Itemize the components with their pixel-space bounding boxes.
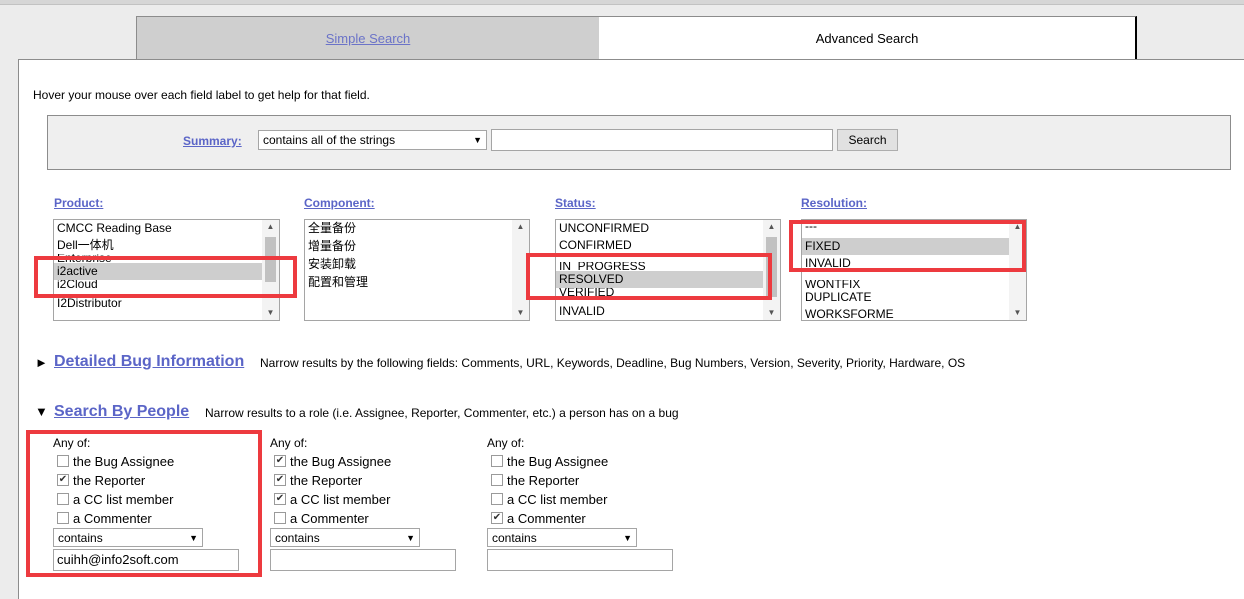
resolution-option[interactable]: WORKSFORME (802, 306, 1026, 320)
scroll-down-icon[interactable]: ▼ (512, 306, 529, 320)
component-label[interactable]: Component: (304, 196, 375, 210)
chevron-down-icon: ▼ (623, 533, 632, 543)
simple-search-link[interactable]: Simple Search (326, 31, 411, 46)
commenter-option[interactable]: ✔ a Commenter (487, 509, 687, 528)
reporter-option[interactable]: ✔ the Reporter (270, 471, 470, 490)
component-option[interactable]: 增量备份 (305, 238, 529, 255)
any-of-label: Any of: (487, 436, 525, 450)
assignee-label: the Bug Assignee (507, 454, 609, 469)
component-listbox[interactable]: 全量备份 增量备份 安装卸载 配置和管理 ▲ ▼ (304, 219, 530, 321)
people-operator-value: contains (492, 531, 537, 545)
cc-checkbox[interactable] (491, 493, 503, 505)
search-by-people-desc: Narrow results to a role (i.e. Assignee,… (205, 406, 679, 420)
people-operator-select[interactable]: contains ▼ (270, 528, 420, 547)
highlight-box-people (26, 430, 262, 577)
resolution-option[interactable]: DUPLICATE (802, 289, 1026, 306)
resolution-option[interactable]: WONTFIX (802, 280, 1026, 289)
resolution-label[interactable]: Resolution: (801, 196, 867, 210)
highlight-box-status (526, 253, 772, 300)
assignee-checkbox[interactable] (491, 455, 503, 467)
people-operator-select[interactable]: contains ▼ (487, 528, 637, 547)
reporter-checkbox[interactable]: ✔ (274, 474, 286, 486)
scroll-down-icon[interactable]: ▼ (262, 306, 279, 320)
detailed-bug-info-link[interactable]: Detailed Bug Information (54, 353, 244, 371)
scroll-down-icon[interactable]: ▼ (763, 306, 780, 320)
help-text: Hover your mouse over each field label t… (33, 88, 370, 102)
scroll-down-icon[interactable]: ▼ (1009, 306, 1026, 320)
people-email-input[interactable] (487, 549, 673, 571)
product-option[interactable]: Dell一体机 (54, 237, 279, 254)
commenter-label: a Commenter (290, 511, 369, 526)
commenter-label: a Commenter (507, 511, 586, 526)
people-email-input[interactable] (270, 549, 456, 571)
reporter-label: the Reporter (507, 473, 580, 488)
reporter-label: the Reporter (290, 473, 363, 488)
component-option[interactable]: 配置和管理 (305, 274, 529, 291)
status-option[interactable]: CONFIRMED (556, 237, 780, 254)
chevron-down-icon: ▼ (406, 533, 415, 543)
assignee-label: the Bug Assignee (290, 454, 392, 469)
scroll-up-icon[interactable]: ▲ (763, 220, 780, 234)
people-operator-value: contains (275, 531, 320, 545)
product-option[interactable]: CMCC Reading Base (54, 220, 279, 237)
component-option[interactable]: 安装卸载 (305, 256, 529, 273)
reporter-checkbox[interactable] (491, 474, 503, 486)
detailed-bug-info-desc: Narrow results by the following fields: … (260, 356, 966, 370)
advanced-search-label: Advanced Search (815, 31, 919, 46)
assignee-checkbox[interactable]: ✔ (274, 455, 286, 467)
assignee-option[interactable]: the Bug Assignee (487, 452, 687, 471)
component-option[interactable]: 全量备份 (305, 220, 529, 237)
summary-operator-value: contains all of the strings (263, 133, 396, 147)
people-column-2: Any of: ✔ the Bug Assignee ✔ the Reporter … (270, 434, 470, 571)
search-button[interactable]: Search (837, 129, 898, 151)
assignee-option[interactable]: ✔ the Bug Assignee (270, 452, 470, 471)
commenter-checkbox[interactable]: ✔ (491, 512, 503, 524)
cc-label: a CC list member (290, 492, 391, 507)
top-border (0, 0, 1244, 5)
search-by-people-link[interactable]: Search By People (54, 403, 189, 421)
scroll-up-icon[interactable]: ▲ (512, 220, 529, 234)
collapse-triangle-icon[interactable]: ▼ (35, 404, 48, 419)
chevron-down-icon: ▼ (473, 135, 482, 145)
status-option[interactable]: INVALID (556, 303, 780, 320)
commenter-option[interactable]: a Commenter (270, 509, 470, 528)
commenter-checkbox[interactable] (274, 512, 286, 524)
highlight-box-resolution (789, 220, 1026, 272)
cc-checkbox[interactable]: ✔ (274, 493, 286, 505)
product-label[interactable]: Product: (54, 196, 103, 210)
reporter-option[interactable]: the Reporter (487, 471, 687, 490)
people-column-3: Any of: the Bug Assignee the Reporter a … (487, 434, 687, 571)
summary-input[interactable] (491, 129, 833, 151)
summary-label[interactable]: Summary: (183, 134, 242, 148)
summary-operator-select[interactable]: contains all of the strings ▼ (258, 130, 487, 150)
status-option[interactable]: UNCONFIRMED (556, 220, 780, 237)
any-of-label: Any of: (270, 436, 308, 450)
cc-option[interactable]: ✔ a CC list member (270, 490, 470, 509)
expand-triangle-icon[interactable]: ► (35, 355, 48, 370)
tab-advanced-search[interactable]: Advanced Search (599, 16, 1137, 60)
scroll-up-icon[interactable]: ▲ (262, 220, 279, 234)
tab-simple-search[interactable]: Simple Search (136, 16, 600, 60)
highlight-box-product (34, 256, 297, 298)
cc-label: a CC list member (507, 492, 608, 507)
status-label[interactable]: Status: (555, 196, 596, 210)
cc-option[interactable]: a CC list member (487, 490, 687, 509)
